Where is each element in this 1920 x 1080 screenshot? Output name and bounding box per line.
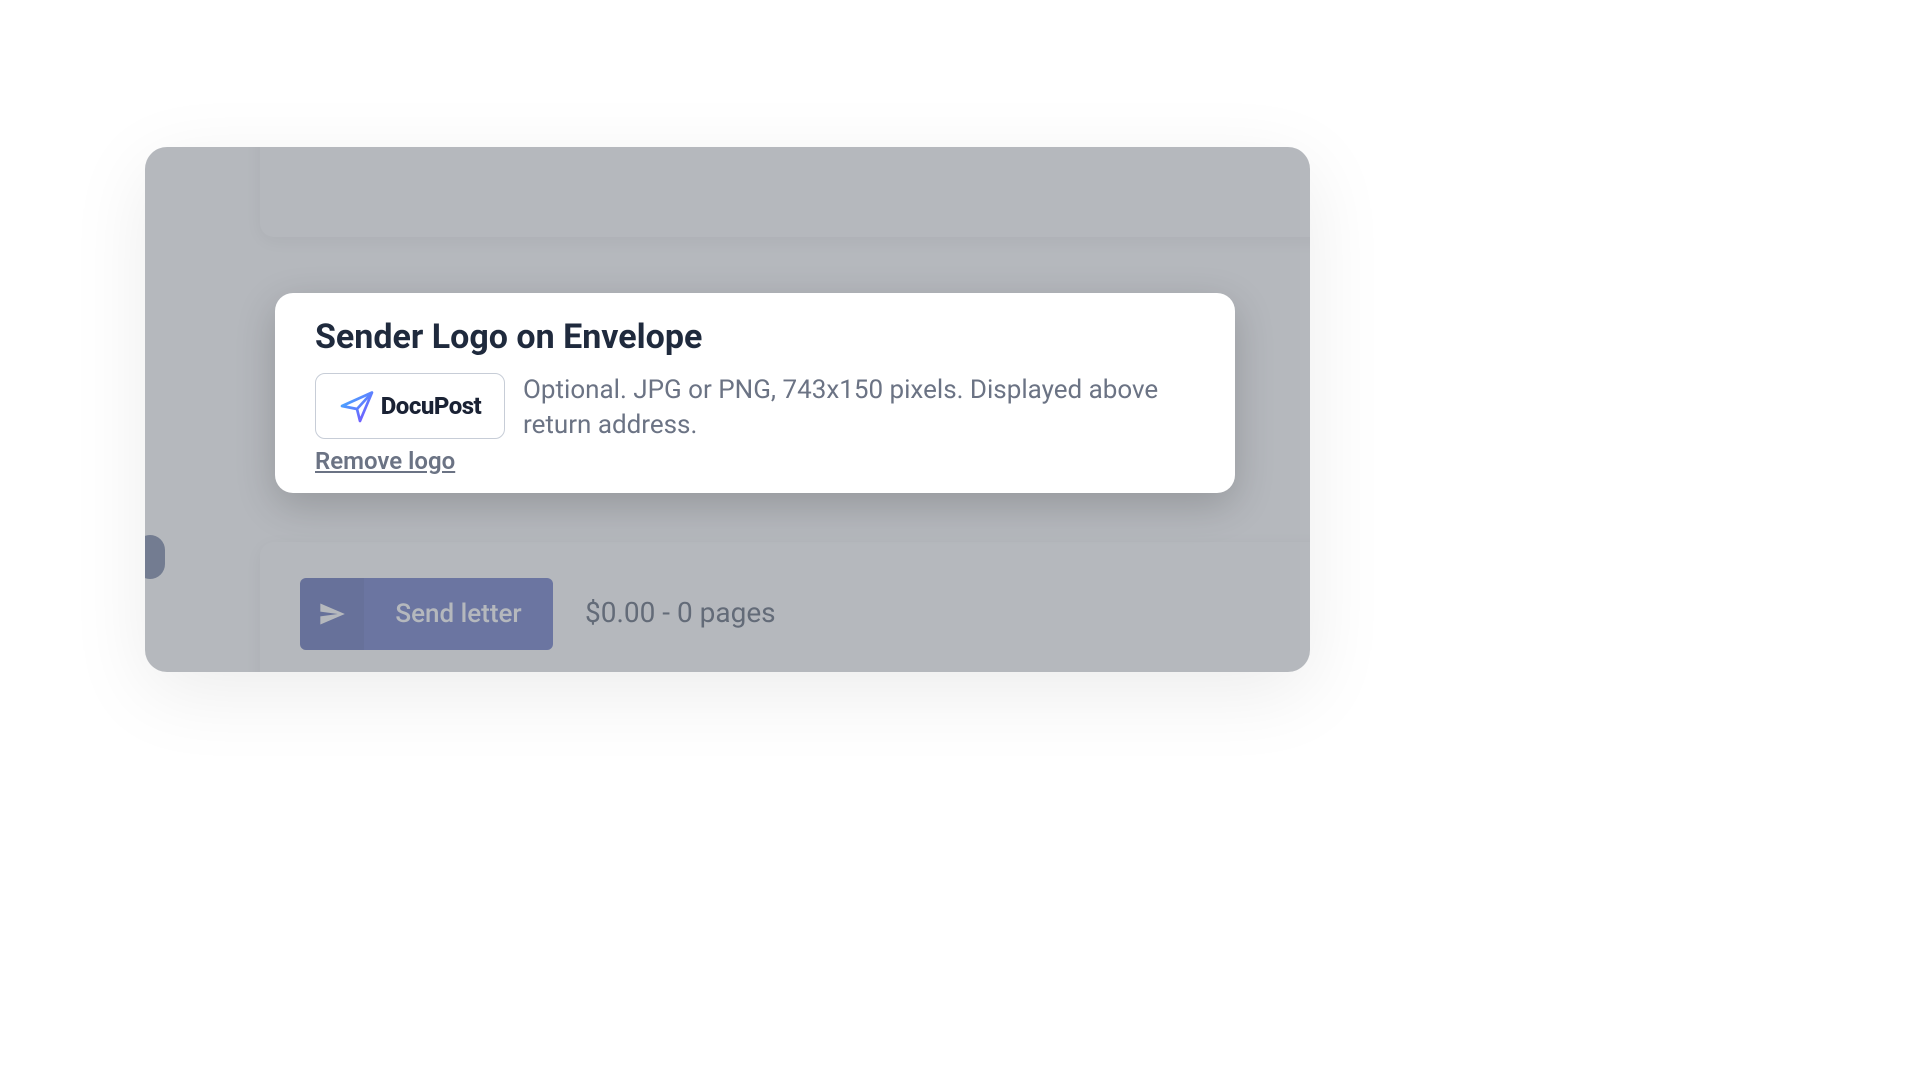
sender-logo-card: Sender Logo on Envelope <box>275 293 1235 493</box>
sender-logo-row: DocuPost Remove logo Optional. JPG or PN… <box>315 373 1195 475</box>
side-handle[interactable] <box>145 535 165 579</box>
remove-logo-link[interactable]: Remove logo <box>315 447 505 475</box>
send-letter-button-label: Send letter <box>364 599 553 629</box>
logo-hint-text: Optional. JPG or PNG, 743x150 pixels. Di… <box>523 373 1195 443</box>
action-card: Send letter $0.00 - 0 pages <box>260 542 1310 672</box>
send-letter-button[interactable]: Send letter <box>300 578 553 650</box>
sender-logo-title: Sender Logo on Envelope <box>315 317 1195 357</box>
paper-plane-brand-icon <box>339 388 375 424</box>
form-viewport: United States Save to address book Send … <box>145 147 1310 672</box>
price-summary: $0.00 - 0 pages <box>585 596 776 629</box>
address-card: United States Save to address book <box>260 147 1310 237</box>
logo-preview[interactable]: DocuPost <box>315 373 505 439</box>
logo-brand-text: DocuPost <box>381 392 482 420</box>
paper-plane-icon <box>300 578 364 650</box>
